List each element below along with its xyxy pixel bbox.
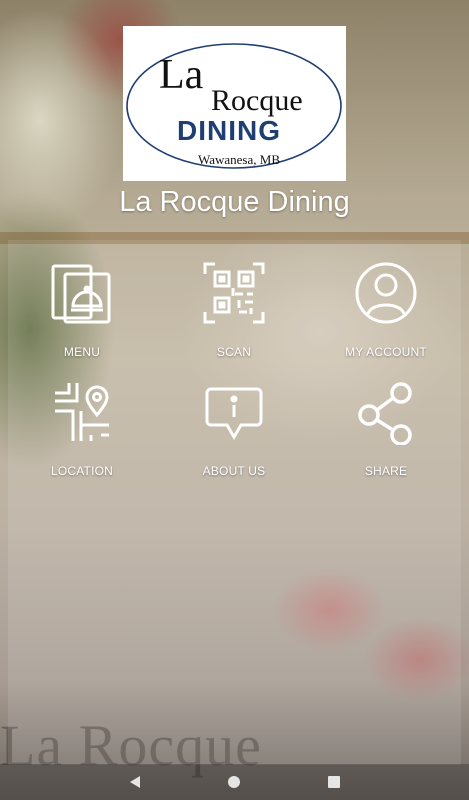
logo-la: La: [159, 52, 204, 98]
location-button[interactable]: LOCATION: [7, 367, 157, 478]
system-navigation-bar: [0, 764, 469, 800]
share-label: SHARE: [364, 464, 408, 478]
recents-icon[interactable]: [325, 773, 343, 791]
scan-button[interactable]: SCAN: [159, 248, 309, 359]
logo-dining: DINING: [177, 115, 281, 146]
back-icon[interactable]: [126, 773, 144, 791]
app-title: La Rocque Dining: [119, 186, 350, 218]
menu-label: MENU: [63, 345, 101, 359]
logo-location: Wawanesa, MB: [198, 152, 280, 167]
about-us-button[interactable]: ABOUT US: [159, 367, 309, 478]
restaurant-logo: La Rocque DINING Wawanesa, MB: [123, 26, 346, 181]
home-icon[interactable]: [225, 773, 243, 791]
my-account-button[interactable]: MY ACCOUNT: [311, 248, 461, 359]
menu-cloche-icon: [51, 260, 113, 326]
about-us-label: ABOUT US: [202, 464, 266, 478]
location-label: LOCATION: [50, 464, 114, 478]
map-pin-icon: [51, 379, 113, 445]
menu-button[interactable]: MENU: [7, 248, 157, 359]
share-icon: [355, 379, 417, 446]
share-button[interactable]: SHARE: [311, 367, 461, 478]
user-account-icon: [355, 260, 417, 326]
qr-code-icon: [203, 260, 265, 326]
info-bubble-icon: [203, 379, 265, 445]
logo-rocque: Rocque: [211, 84, 303, 117]
scan-label: SCAN: [216, 345, 252, 359]
my-account-label: MY ACCOUNT: [345, 345, 427, 359]
